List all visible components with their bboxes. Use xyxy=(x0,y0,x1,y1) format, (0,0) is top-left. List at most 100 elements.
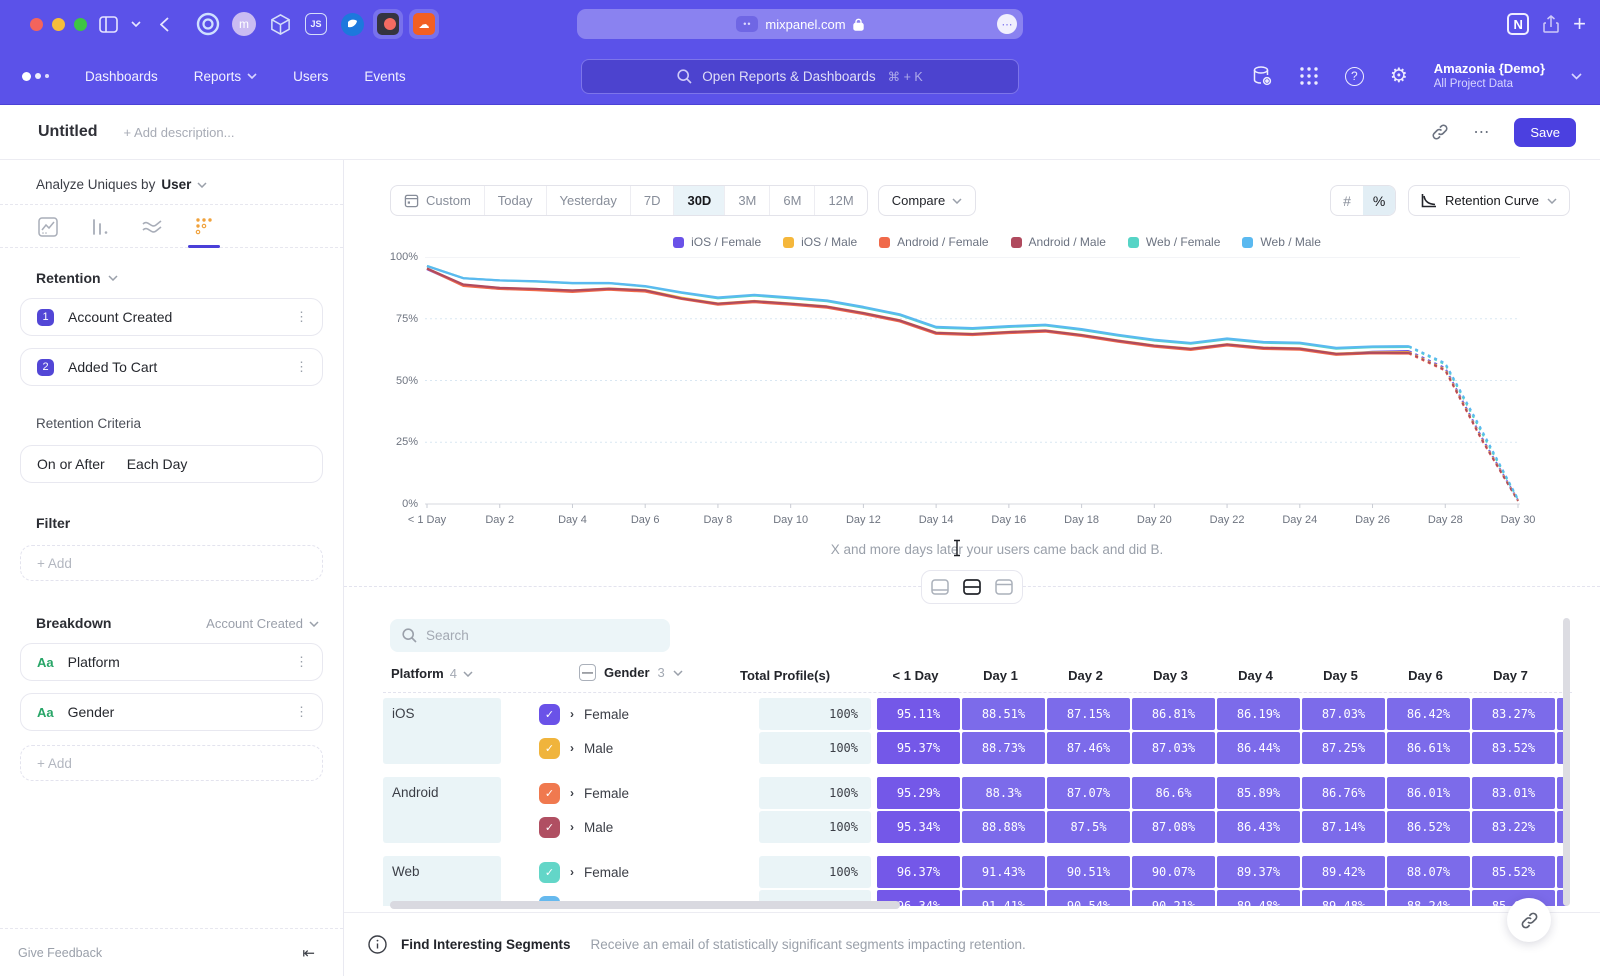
retention-value-cell[interactable]: 89.42% xyxy=(1302,856,1385,888)
retention-value-cell[interactable]: 90.07% xyxy=(1132,856,1215,888)
format-percent-button[interactable]: % xyxy=(1363,186,1395,215)
save-button[interactable]: Save xyxy=(1514,118,1576,147)
retention-value-cell[interactable]: 83.27% xyxy=(1472,698,1555,730)
window-controls[interactable] xyxy=(30,18,87,31)
tab-soundcloud-icon[interactable]: ☁ xyxy=(409,9,439,39)
legend-item[interactable]: Web / Male xyxy=(1242,235,1320,249)
total-profiles-header[interactable]: Total Profile(s) xyxy=(740,668,830,683)
tab-insights[interactable] xyxy=(34,217,62,247)
tab-favicon-strip[interactable]: mJS☁ xyxy=(187,9,439,39)
retention-value-cell[interactable]: 85.89% xyxy=(1217,777,1300,809)
retention-value-cell[interactable]: 87.46% xyxy=(1047,732,1130,764)
retention-value-cell[interactable]: 86.52% xyxy=(1387,811,1470,843)
analyze-value-dropdown[interactable]: User xyxy=(161,177,191,192)
day-column-header[interactable]: Day 1 xyxy=(983,668,1018,683)
day-column-header[interactable]: Day 6 xyxy=(1408,668,1443,683)
floating-share-link-button[interactable] xyxy=(1507,898,1551,942)
retention-section-heading[interactable]: Retention xyxy=(0,248,343,286)
new-tab-icon[interactable]: + xyxy=(1573,11,1586,37)
retention-value-cell[interactable]: 87.03% xyxy=(1132,732,1215,764)
copy-link-icon[interactable] xyxy=(1431,123,1449,141)
retention-value-cell[interactable]: 87.03% xyxy=(1302,698,1385,730)
tab-overview-chevron-icon[interactable] xyxy=(129,11,143,37)
retention-value-cell[interactable]: 95.37% xyxy=(877,732,960,764)
vertical-scrollbar[interactable] xyxy=(1563,618,1570,906)
chart-type-selector[interactable]: Retention Curve xyxy=(1408,185,1570,216)
retention-value-cell[interactable]: 95.34% xyxy=(877,811,960,843)
retention-value-cell[interactable]: 90.54% xyxy=(1047,890,1130,906)
retention-value-cell[interactable]: 85.52% xyxy=(1472,856,1555,888)
retention-step-card[interactable]: 1 Account Created ⋮ xyxy=(20,298,323,336)
retention-value-cell[interactable]: 87.15% xyxy=(1047,698,1130,730)
retention-criteria-card[interactable]: On or After Each Day xyxy=(20,445,323,483)
kebab-menu-icon[interactable]: ⋮ xyxy=(295,654,308,670)
expand-row-icon[interactable]: › xyxy=(570,741,574,755)
zoom-window-button[interactable] xyxy=(74,18,87,31)
row-checkbox[interactable]: ✓ xyxy=(539,738,560,759)
retention-value-cell[interactable]: 83.01% xyxy=(1472,777,1555,809)
give-feedback-link[interactable]: Give Feedback xyxy=(18,946,102,960)
retention-value-cell[interactable]: 89.48% xyxy=(1217,890,1300,906)
breakdown-card[interactable]: Aa Gender ⋮ xyxy=(20,693,323,731)
retention-value-cell[interactable]: 88.88% xyxy=(962,811,1045,843)
collapse-sidebar-icon[interactable]: ⇤ xyxy=(302,944,315,962)
day-column-header[interactable]: Day 4 xyxy=(1238,668,1273,683)
range-custom[interactable]: Custom xyxy=(391,186,484,215)
expand-row-icon[interactable]: › xyxy=(570,820,574,834)
range-3m[interactable]: 3M xyxy=(724,186,769,215)
retention-value-cell[interactable]: 91.43% xyxy=(962,856,1045,888)
split-view-button[interactable] xyxy=(957,574,987,600)
retention-value-cell[interactable]: 86.43% xyxy=(1217,811,1300,843)
platform-cell[interactable]: Web xyxy=(383,856,501,906)
retention-value-cell[interactable]: 91.41% xyxy=(962,890,1045,906)
expand-row-icon[interactable]: › xyxy=(570,786,574,800)
minimize-window-button[interactable] xyxy=(52,18,65,31)
row-checkbox[interactable]: ✓ xyxy=(539,862,560,883)
row-checkbox[interactable]: ✓ xyxy=(539,704,560,725)
row-checkbox[interactable]: ✓ xyxy=(539,783,560,804)
retention-value-cell[interactable]: 95.11% xyxy=(877,698,960,730)
row-checkbox[interactable]: ✓ xyxy=(539,817,560,838)
legend-item[interactable]: Android / Male xyxy=(1011,235,1106,249)
add-filter-button[interactable]: + Add xyxy=(20,545,323,581)
range-6m[interactable]: 6M xyxy=(769,186,814,215)
retention-value-cell[interactable]: 90.21% xyxy=(1132,890,1215,906)
tab-avatar-m-icon[interactable]: m xyxy=(229,9,259,39)
retention-value-cell[interactable]: 87.07% xyxy=(1047,777,1130,809)
retention-value-cell[interactable]: 87.25% xyxy=(1302,732,1385,764)
retention-value-cell[interactable]: 86.61% xyxy=(1387,732,1470,764)
mixpanel-logo-icon[interactable] xyxy=(22,72,49,81)
tab-funnels[interactable] xyxy=(86,217,114,247)
range-12m[interactable]: 12M xyxy=(814,186,866,215)
kebab-menu-icon[interactable]: ⋮ xyxy=(295,704,308,720)
retention-value-cell[interactable]: 86.19% xyxy=(1217,698,1300,730)
page-actions-icon[interactable]: ⋯ xyxy=(997,14,1017,34)
add-breakdown-button[interactable]: + Add xyxy=(20,745,323,781)
day-column-header[interactable]: Day 7 xyxy=(1493,668,1528,683)
retention-curve-plot[interactable] xyxy=(425,257,1520,509)
select-all-checkbox[interactable]: — xyxy=(579,664,596,681)
gender-column-header[interactable]: — Gender 3 xyxy=(579,664,683,681)
retention-value-cell[interactable]: 86.44% xyxy=(1217,732,1300,764)
retention-step-card[interactable]: 2 Added To Cart ⋮ xyxy=(20,348,323,386)
retention-value-cell[interactable]: 86.81% xyxy=(1132,698,1215,730)
retention-value-cell[interactable]: 86.76% xyxy=(1302,777,1385,809)
table-only-view-button[interactable] xyxy=(989,574,1019,600)
global-search-input[interactable]: Open Reports & Dashboards ⌘ + K xyxy=(581,59,1019,94)
retention-value-cell[interactable]: 83.52% xyxy=(1472,732,1555,764)
legend-item[interactable]: iOS / Male xyxy=(783,235,857,249)
retention-value-cell[interactable]: 88.07% xyxy=(1387,856,1470,888)
retention-value-cell[interactable]: 86.42% xyxy=(1387,698,1470,730)
range-7d[interactable]: 7D xyxy=(630,186,674,215)
expand-row-icon[interactable]: › xyxy=(570,707,574,721)
platform-cell[interactable]: iOS xyxy=(383,698,501,764)
retention-value-cell[interactable]: 87.08% xyxy=(1132,811,1215,843)
report-title[interactable]: Untitled xyxy=(38,123,98,141)
nav-link-reports[interactable]: Reports xyxy=(194,69,257,84)
help-icon[interactable]: ? xyxy=(1345,67,1364,86)
nav-link-dashboards[interactable]: Dashboards xyxy=(85,69,158,84)
notion-extension-icon[interactable]: N xyxy=(1507,13,1529,35)
legend-item[interactable]: iOS / Female xyxy=(673,235,761,249)
retention-value-cell[interactable]: 88.24% xyxy=(1387,890,1470,906)
breakdown-event-selector[interactable]: Account Created xyxy=(206,616,319,631)
